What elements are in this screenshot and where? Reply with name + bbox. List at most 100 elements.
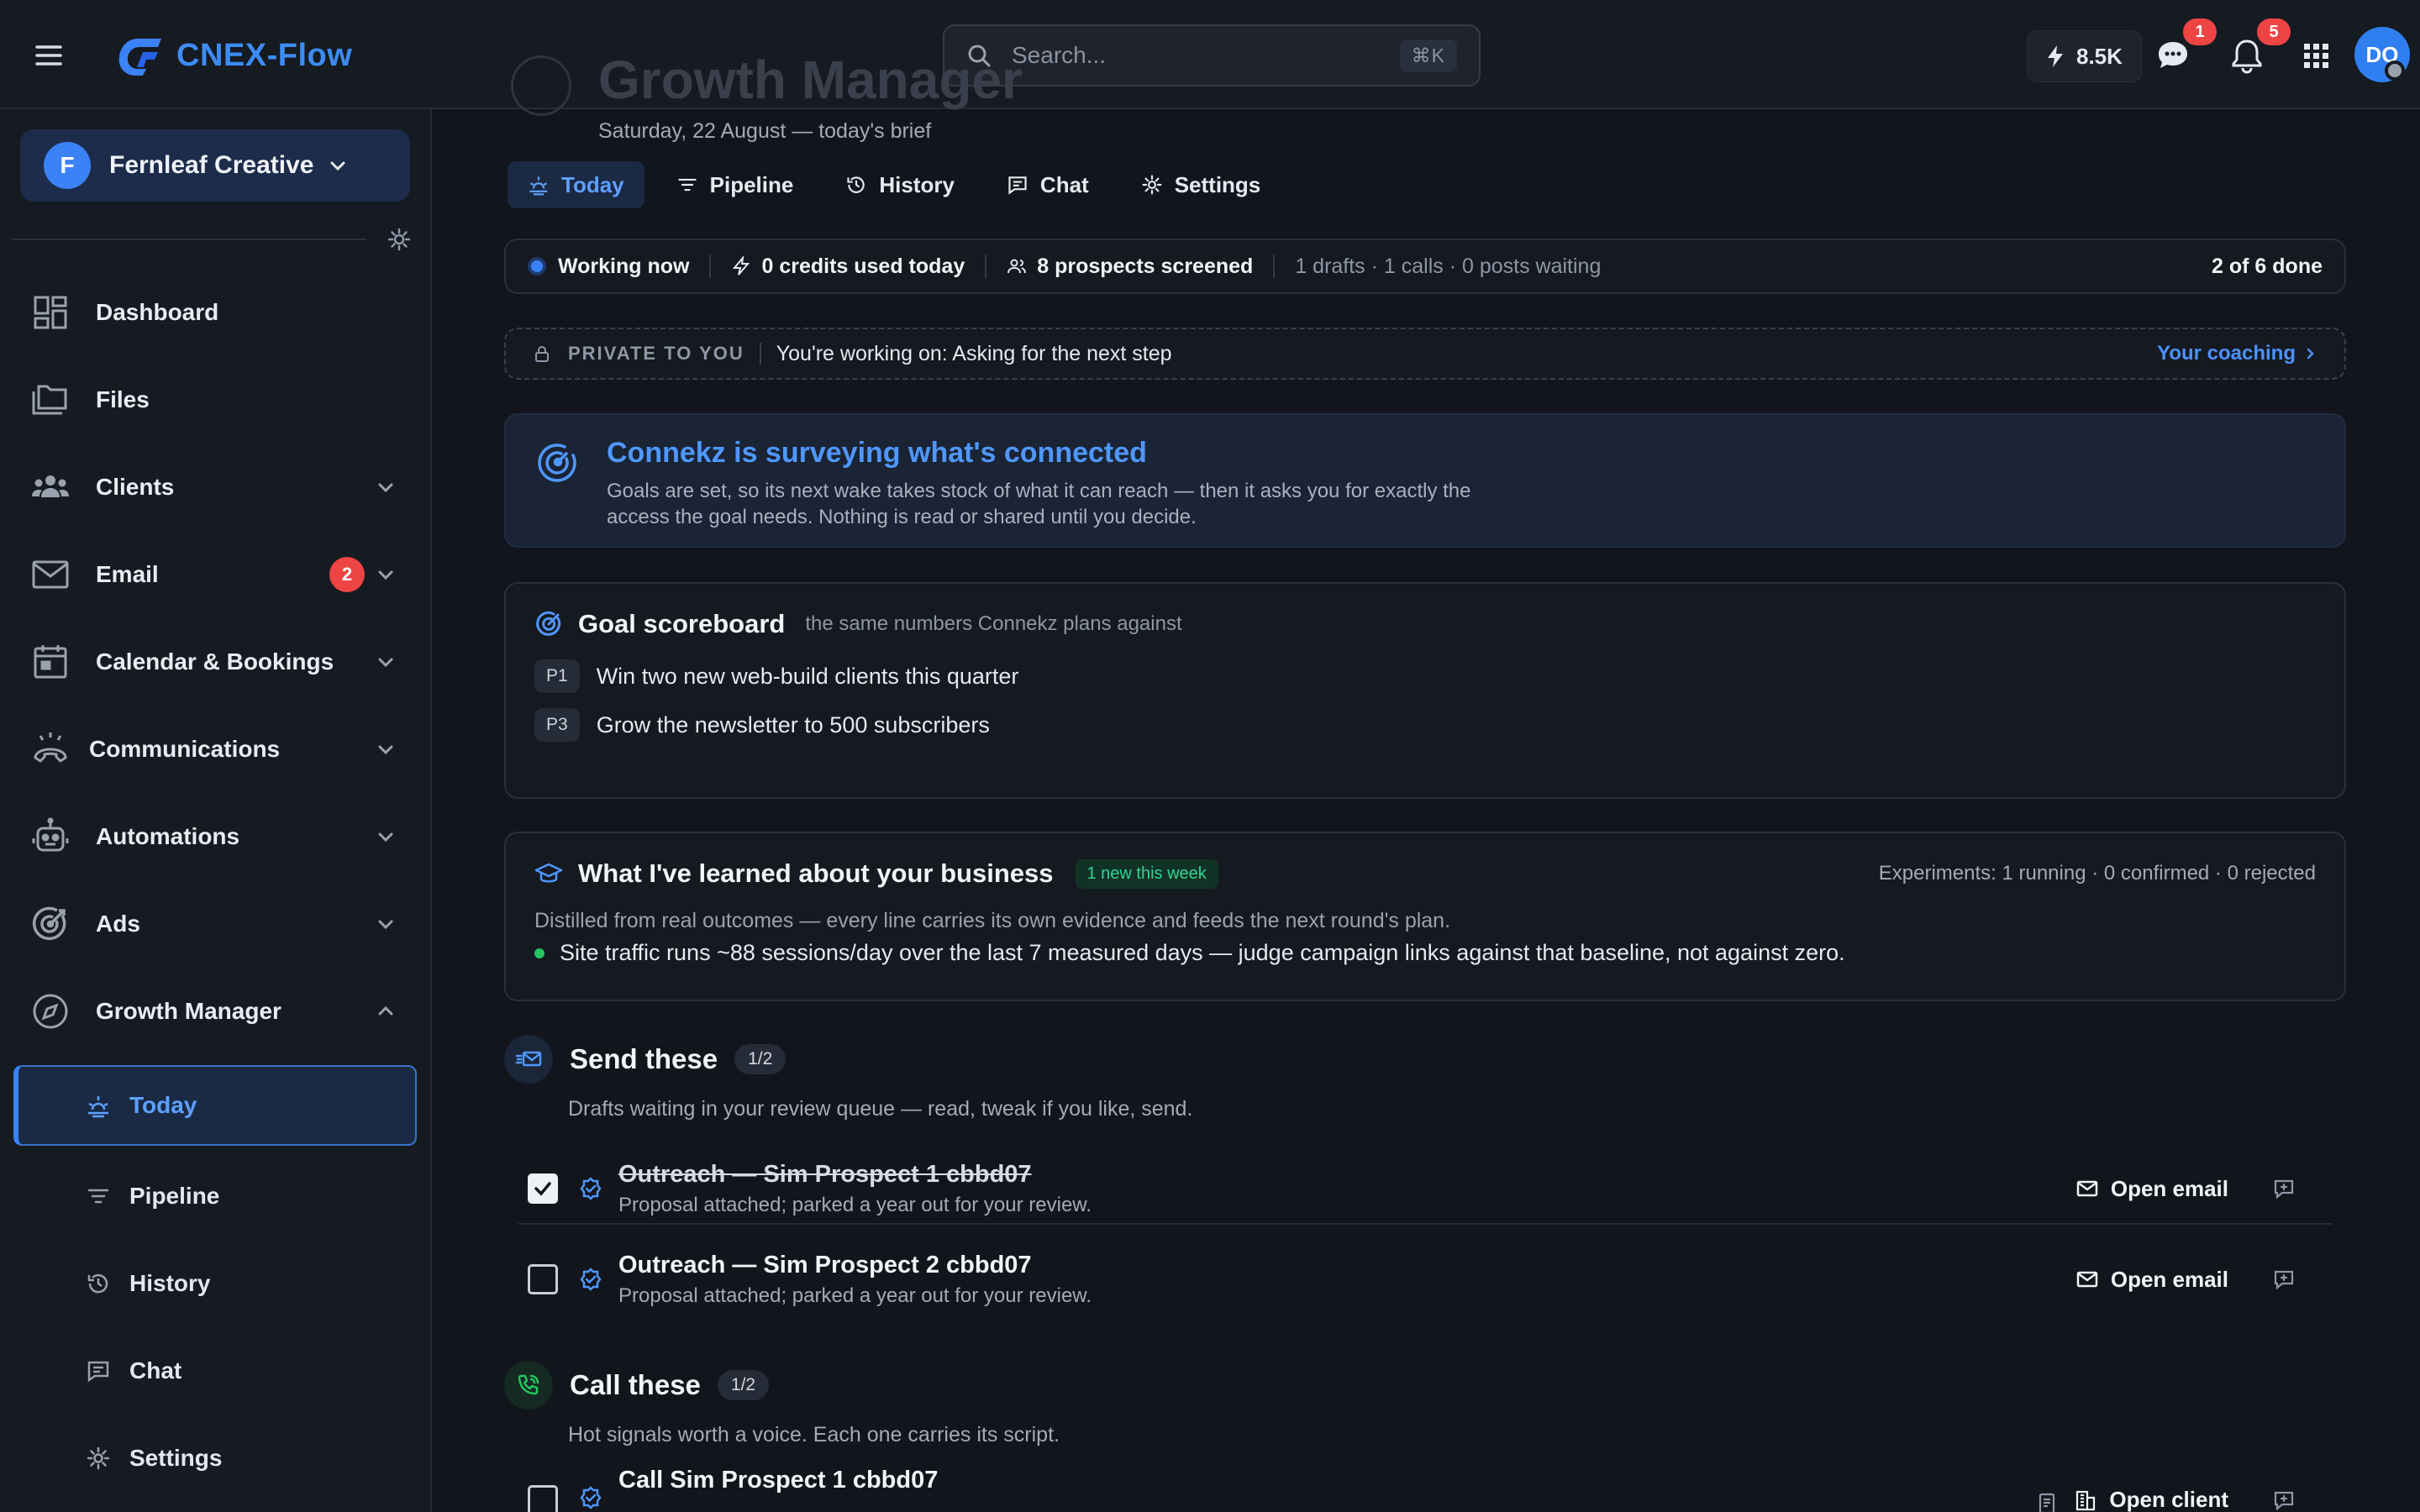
sidebar-subitem-today[interactable]: Today: [13, 1065, 417, 1146]
task-title: Outreach — Sim Prospect 1 cbbd07: [618, 1160, 1032, 1188]
tab-label: Settings: [1174, 171, 1261, 197]
task-checkbox[interactable]: [528, 1173, 558, 1204]
sidebar-item-ads[interactable]: Ads: [30, 895, 407, 953]
current-focus: You're working on: Asking for the next s…: [776, 341, 1172, 365]
tab-label: Pipeline: [709, 171, 794, 197]
task-divider: [518, 1223, 2333, 1225]
open-client-label: Open client: [2109, 1487, 2228, 1512]
learning-item: Site traffic runs ~88 sessions/day over …: [534, 940, 2316, 966]
search-shortcut: ⌘K: [1399, 39, 1457, 72]
task-checkbox[interactable]: [528, 1485, 558, 1512]
goal-text: Win two new web-build clients this quart…: [596, 663, 1019, 689]
chevron-down-icon: [378, 745, 393, 755]
tab-pipeline[interactable]: Pipeline: [656, 161, 814, 208]
chevron-down-icon: [378, 832, 393, 843]
files-icon: [32, 385, 67, 415]
page-tabs: Today Pipeline History Chat Settings: [508, 161, 1281, 208]
sidebar-subitem-history[interactable]: History: [13, 1243, 417, 1324]
task-row: Outreach — Sim Prospect 1 cbbd07 Proposa…: [518, 1144, 2333, 1233]
sidebar-subitem-chat[interactable]: Chat: [13, 1331, 417, 1411]
verified-icon: [580, 1486, 602, 1509]
apps-grid-icon[interactable]: [2297, 37, 2334, 74]
private-focus-strip: PRIVATE TO YOU You're working on: Asking…: [504, 328, 2346, 380]
prospects-screened: 8 prospects screened: [1037, 254, 1254, 278]
call-section-subtitle: Hot signals worth a voice. Each one carr…: [568, 1423, 1060, 1446]
chevron-up-icon: [378, 1005, 393, 1016]
coaching-link-label: Your coaching: [2157, 342, 2296, 365]
app-name: CNEX-Flow: [176, 37, 353, 73]
checkmark-icon: [534, 1182, 551, 1196]
open-client-button[interactable]: Open client: [2074, 1487, 2228, 1512]
sidebar-item-dashboard[interactable]: Dashboard: [30, 283, 407, 342]
calendar-icon: [34, 645, 67, 679]
communications-icon: [34, 732, 67, 763]
filter-icon: [678, 178, 697, 192]
workspace-switcher[interactable]: F Fernleaf Creative: [20, 129, 410, 202]
tab-settings[interactable]: Settings: [1121, 161, 1281, 208]
verified-icon: [580, 1268, 602, 1291]
sidebar-item-label: Dashboard: [96, 299, 219, 325]
learnings-subtitle: Distilled from real outcomes — every lin…: [534, 909, 1451, 932]
coaching-link[interactable]: Your coaching: [2157, 342, 2317, 365]
task-checkbox[interactable]: [528, 1264, 558, 1294]
survey-banner: Connekz is surveying what's connected Go…: [504, 413, 2346, 548]
progress-text: 2 of 6 done: [2212, 254, 2323, 278]
divider: [709, 255, 712, 278]
tab-chat[interactable]: Chat: [986, 161, 1109, 208]
history-icon: [847, 176, 865, 193]
logo-icon: [118, 39, 161, 76]
chat-icon: [1008, 176, 1027, 195]
sidebar-settings-icon[interactable]: [387, 227, 412, 252]
tab-history[interactable]: History: [825, 161, 975, 208]
divider: [985, 255, 987, 278]
experiments-summary: Experiments: 1 running · 0 confirmed · 0…: [1878, 862, 2316, 885]
tab-label: History: [879, 171, 955, 197]
chevron-down-icon: [378, 483, 393, 493]
call-section-title: Call these: [570, 1369, 701, 1400]
bolt-icon: [2048, 45, 2063, 67]
call-count: 1/2: [717, 1370, 770, 1400]
open-email-button[interactable]: Open email: [2075, 1176, 2228, 1202]
sidebar-item-email[interactable]: Email 2: [30, 545, 407, 604]
sidebar-item-growth-manager[interactable]: Growth Manager: [30, 982, 407, 1041]
messages-icon[interactable]: [2154, 37, 2191, 74]
open-email-button[interactable]: Open email: [2075, 1267, 2228, 1293]
task-subtitle: Proposal attached; parked a year out for…: [618, 1284, 1092, 1307]
bolt-icon: [733, 256, 750, 276]
credits-button[interactable]: 8.5K: [2027, 30, 2142, 82]
sidebar-subitem-pipeline[interactable]: Pipeline: [13, 1156, 417, 1236]
goal-text: Grow the newsletter to 500 subscribers: [596, 711, 990, 738]
script-icon[interactable]: [2035, 1492, 2059, 1512]
gear-icon: [1142, 175, 1162, 195]
menu-icon[interactable]: [32, 39, 66, 72]
sidebar-subitem-settings[interactable]: Settings: [13, 1418, 417, 1499]
target-icon: [536, 611, 561, 636]
sidebar-item-files[interactable]: Files: [30, 370, 407, 429]
phone-icon: [504, 1361, 553, 1410]
open-email-label: Open email: [2110, 1266, 2228, 1292]
send-section-subtitle: Drafts waiting in your review queue — re…: [568, 1097, 1193, 1121]
top-bar: CNEX-Flow Search... ⌘K 8.5K 1 5 DO: [0, 0, 2420, 109]
building-icon: [2076, 1490, 2096, 1510]
sidebar-item-label: Clients: [96, 474, 175, 500]
goal-scoreboard-title: Goal scoreboard: [578, 609, 786, 638]
sidebar-item-automations[interactable]: Automations: [30, 807, 407, 866]
robot-icon: [32, 817, 69, 852]
bell-icon[interactable]: [2228, 37, 2265, 74]
feedback-icon[interactable]: [2272, 1268, 2296, 1291]
sidebar-subitem-label: Settings: [129, 1445, 223, 1471]
tab-today[interactable]: Today: [508, 161, 644, 208]
status-strip: Working now 0 credits used today 8 prosp…: [504, 239, 2346, 294]
search-input[interactable]: Search... ⌘K: [943, 24, 1481, 87]
goal-scoreboard: Goal scoreboard the same numbers Connekz…: [504, 582, 2346, 799]
app-logo[interactable]: CNEX-Flow: [113, 34, 352, 77]
sidebar-item-calendar[interactable]: Calendar & Bookings: [30, 633, 407, 691]
feedback-icon[interactable]: [2272, 1488, 2296, 1512]
workspace-name: Fernleaf Creative: [109, 151, 314, 179]
sidebar-item-clients[interactable]: Clients: [30, 458, 407, 517]
sidebar-item-label: Automations: [96, 823, 240, 849]
call-section: Call these 1/2 Hot signals worth a voice…: [504, 1361, 2346, 1512]
divider: [1273, 255, 1276, 278]
feedback-icon[interactable]: [2272, 1177, 2296, 1200]
sidebar-item-communications[interactable]: Communications: [30, 720, 407, 779]
